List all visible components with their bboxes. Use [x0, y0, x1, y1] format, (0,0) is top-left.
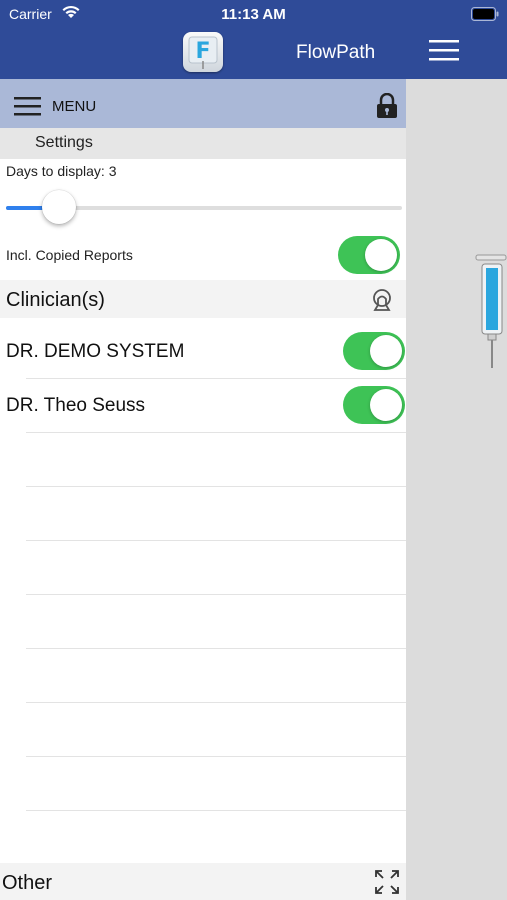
- hamburger-icon[interactable]: [428, 38, 460, 62]
- other-section-header[interactable]: Other: [0, 863, 406, 900]
- days-label-text: Days to display:: [6, 163, 105, 179]
- svg-text:F: F: [195, 39, 210, 64]
- menu-bar[interactable]: MENU: [0, 79, 406, 128]
- days-value: 3: [108, 163, 117, 179]
- row-divider: [26, 810, 406, 811]
- row-divider: [26, 378, 406, 379]
- toggle-knob: [370, 389, 402, 421]
- row-divider: [26, 648, 406, 649]
- settings-section-header: Settings: [0, 128, 406, 159]
- app-logo: F: [183, 32, 223, 72]
- clock: 11:13 AM: [221, 6, 286, 23]
- row-divider: [26, 540, 406, 541]
- other-title: Other: [2, 872, 53, 894]
- expand-icon[interactable]: [374, 869, 400, 895]
- clinician-toggle-demo-system[interactable]: [343, 332, 405, 370]
- top-navigation-bar: Carrier 11:13 AM F FlowPath: [0, 0, 507, 79]
- clinicians-section-header: Clinician(s): [0, 280, 406, 318]
- toggle-knob: [370, 335, 402, 367]
- menu-label[interactable]: MENU: [52, 98, 96, 115]
- app-title: FlowPath: [296, 42, 376, 63]
- settings-panel: MENU Settings Days to display: 3 Incl. C…: [0, 79, 406, 900]
- row-divider: [26, 486, 406, 487]
- copied-reports-toggle[interactable]: [338, 236, 400, 274]
- syringe-icon: [475, 254, 507, 368]
- clinician-name: DR. DEMO SYSTEM: [6, 341, 185, 362]
- toggle-knob: [365, 239, 397, 271]
- clinician-name: DR. Theo Seuss: [6, 395, 146, 416]
- clinician-toggle-theo-seuss[interactable]: [343, 386, 405, 424]
- days-slider-thumb[interactable]: [42, 190, 76, 224]
- menu-hamburger-icon[interactable]: [14, 96, 42, 116]
- row-divider: [26, 756, 406, 757]
- row-divider: [26, 432, 406, 433]
- lock-icon[interactable]: [376, 93, 398, 119]
- settings-title: Settings: [35, 134, 93, 151]
- days-to-display-label: Days to display: 3: [6, 163, 117, 179]
- status-bar: Carrier 11:13 AM: [0, 0, 507, 28]
- row-divider: [26, 594, 406, 595]
- clinician-head-icon[interactable]: [370, 288, 394, 312]
- battery-icon: [471, 7, 499, 21]
- copied-reports-label: Incl. Copied Reports: [6, 247, 133, 263]
- clinicians-title: Clinician(s): [6, 289, 105, 311]
- row-divider: [26, 702, 406, 703]
